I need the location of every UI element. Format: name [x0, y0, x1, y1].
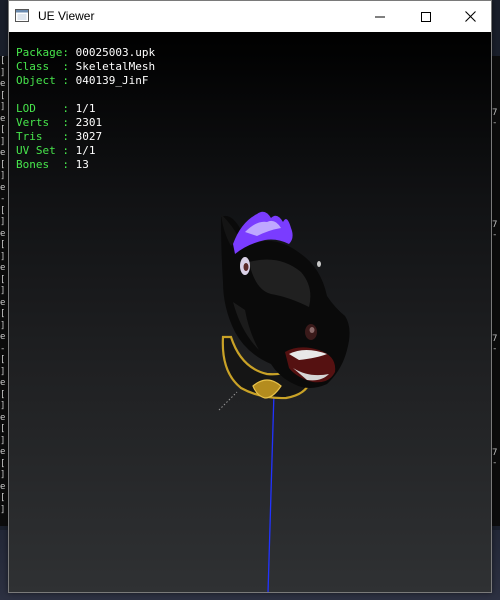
console-char: ]: [0, 102, 6, 112]
info-bones-value: 13: [75, 158, 89, 171]
console-char: -: [492, 118, 498, 128]
console-char: -: [0, 194, 6, 204]
info-object: Object : 040139_JinF: [16, 74, 155, 88]
info-verts-value: 2301: [75, 116, 103, 129]
console-char: ]: [0, 286, 6, 296]
console-char: -: [0, 343, 6, 354]
info-bones: Bones : 13: [16, 158, 155, 172]
horse-eye-far: [317, 261, 321, 267]
info-tris: Tris : 3027: [16, 130, 155, 144]
info-uvset-label: UV Set :: [16, 144, 76, 157]
console-char: e: [0, 148, 6, 158]
3d-viewport[interactable]: Package: 00025003.upk Class : SkeletalMe…: [9, 32, 491, 592]
info-verts-label: Verts :: [16, 116, 76, 129]
console-char: -: [492, 230, 498, 240]
console-char: e: [0, 447, 6, 457]
close-icon: [464, 11, 476, 22]
background-console-right: 7-7-7-7-: [492, 56, 500, 526]
helper-line: [218, 391, 238, 411]
console-char: [: [0, 125, 6, 135]
info-lod-label: LOD :: [16, 102, 76, 115]
console-char: e: [0, 182, 6, 193]
console-char: [: [0, 309, 6, 319]
console-char: e: [0, 412, 6, 423]
maximize-icon: [421, 11, 431, 22]
info-object-value: 040139_JinF: [75, 74, 149, 87]
info-class-label: Class :: [16, 60, 76, 73]
info-tris-label: Tris :: [16, 130, 76, 143]
info-verts: Verts : 2301: [16, 116, 155, 130]
console-char: ]: [0, 67, 6, 78]
console-char: e: [0, 332, 6, 342]
console-char: [: [0, 205, 6, 216]
console-char: [: [0, 56, 6, 66]
console-char: e: [0, 263, 6, 273]
console-char: ]: [0, 171, 6, 181]
app-icon: [15, 9, 29, 22]
minimize-icon: [375, 16, 385, 17]
close-button[interactable]: [447, 1, 493, 32]
console-char: [: [0, 274, 6, 285]
ue-viewer-window: UE Viewer Package: 00025003.upk Class: …: [8, 0, 492, 593]
console-char: [: [0, 159, 6, 170]
info-lod: LOD : 1/1: [16, 102, 155, 116]
info-package-value: 00025003.upk: [75, 46, 156, 59]
console-char: ]: [0, 136, 6, 147]
console-char: e: [0, 297, 6, 308]
console-char: 7: [492, 448, 498, 458]
console-char: ]: [0, 366, 6, 377]
console-char: 7: [492, 220, 498, 230]
bone-line: [267, 391, 275, 592]
info-package-label: Package:: [16, 46, 76, 59]
info-uvset-value: 1/1: [75, 144, 96, 157]
info-class: Class : SkeletalMesh: [16, 60, 155, 74]
console-char: [: [0, 90, 6, 101]
info-lod-value: 1/1: [75, 102, 96, 115]
info-package: Package: 00025003.upk: [16, 46, 155, 60]
minimize-button[interactable]: [357, 1, 403, 32]
mesh-info-overlay: Package: 00025003.upk Class : SkeletalMe…: [16, 46, 155, 172]
console-char: [: [0, 458, 6, 469]
maximize-button[interactable]: [403, 1, 449, 32]
info-uvset: UV Set : 1/1: [16, 144, 155, 158]
console-char: ]: [0, 435, 6, 446]
console-char: -: [492, 344, 498, 354]
console-char: e: [0, 228, 6, 239]
console-char: ]: [0, 504, 6, 515]
info-tris-value: 3027: [75, 130, 103, 143]
window-title: UE Viewer: [38, 9, 95, 23]
background-console-left: [] e[] e[] e[] e -[] e[] e[] e[] e -[] e[] e[] e[] e[]: [0, 56, 8, 526]
console-char: [: [0, 240, 6, 250]
console-char: ]: [0, 470, 6, 480]
console-char: [: [0, 355, 6, 365]
console-char: ]: [0, 251, 6, 262]
console-char: [: [0, 389, 6, 400]
console-char: 7: [492, 334, 498, 344]
title-bar[interactable]: UE Viewer: [9, 1, 491, 32]
console-char: [: [0, 493, 6, 503]
info-bones-label: Bones :: [16, 158, 76, 171]
info-object-label: Object :: [16, 74, 76, 87]
info-class-value: SkeletalMesh: [75, 60, 156, 73]
console-char: ]: [0, 217, 6, 227]
console-char: ]: [0, 401, 6, 411]
console-char: e: [0, 378, 6, 388]
console-char: -: [492, 458, 498, 468]
console-char: e: [0, 79, 6, 89]
console-char: e: [0, 481, 6, 492]
console-char: 7: [492, 108, 498, 118]
console-char: [: [0, 424, 6, 434]
console-char: e: [0, 113, 6, 124]
console-char: ]: [0, 320, 6, 331]
